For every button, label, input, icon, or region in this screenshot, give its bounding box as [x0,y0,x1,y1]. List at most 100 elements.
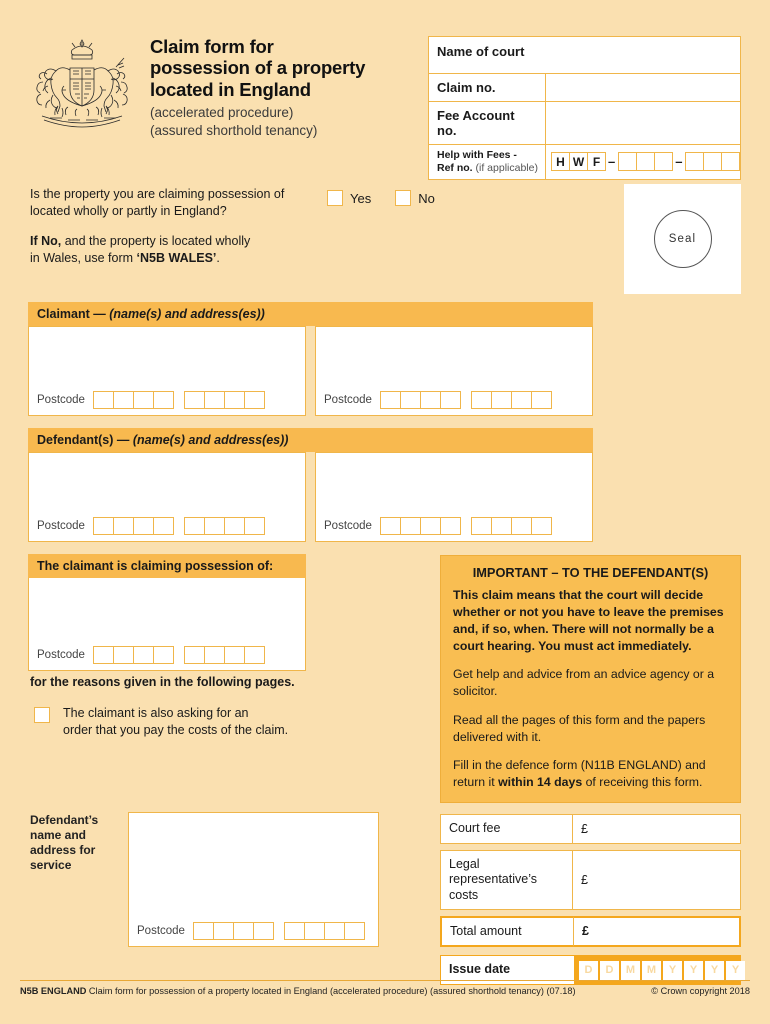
postcode-cell[interactable] [152,517,174,535]
issue-date-cell-d1[interactable]: D [579,960,598,980]
postcode-cell[interactable] [183,517,205,535]
name-of-court-label[interactable]: Name of court [429,37,740,73]
postcode-group-1[interactable] [379,517,461,535]
postcode-group-2[interactable] [470,517,552,535]
postcode-group-2[interactable] [183,646,265,664]
court-fee-input[interactable]: £ [573,814,741,844]
postcode-cell[interactable] [439,517,461,535]
postcode-cell[interactable] [92,517,114,535]
postcode-cell[interactable] [232,922,254,940]
issue-date-cell-m1[interactable]: M [621,960,640,980]
postcode-cell[interactable] [379,391,401,409]
hwf-cell[interactable] [721,152,741,172]
claim-no-row: Claim no. [429,74,740,102]
postcode-cell[interactable] [132,391,154,409]
postcode-cell[interactable] [212,922,234,940]
claim-no-input[interactable] [546,74,740,101]
postcode-cell[interactable] [419,517,441,535]
form-header: Claim form for possession of a property … [28,32,418,139]
hwf-cell[interactable] [618,152,638,172]
postcode-cell[interactable] [112,646,134,664]
important-paragraph-1: Get help and advice from an advice agenc… [453,667,715,699]
hwf-cell[interactable] [636,152,656,172]
service-address-box[interactable]: Postcode [128,812,379,947]
postcode-group-1[interactable] [192,922,274,940]
postcode-cell[interactable] [223,391,245,409]
costs-order-checkbox[interactable] [34,707,50,723]
postcode-cell[interactable] [223,517,245,535]
postcode-cell[interactable] [323,922,345,940]
postcode-cell[interactable] [470,517,492,535]
postcode-cell[interactable] [470,391,492,409]
postcode-cell[interactable] [243,391,265,409]
postcode-cell[interactable] [132,517,154,535]
postcode-cell[interactable] [343,922,365,940]
hwf-group-2[interactable] [685,152,741,172]
postcode-cell[interactable] [530,391,552,409]
postcode-cell[interactable] [399,517,421,535]
total-amount-input[interactable]: £ [573,915,741,947]
possession-address-box[interactable]: Postcode [28,578,306,671]
postcode-group-1[interactable] [92,646,174,664]
yes-checkbox[interactable] [327,190,343,206]
postcode-cell[interactable] [303,922,325,940]
postcode-cell[interactable] [243,517,265,535]
postcode-group-1[interactable] [379,391,461,409]
no-checkbox[interactable] [395,190,412,206]
hwf-cell[interactable] [654,152,674,172]
hwf-cell[interactable] [703,152,723,172]
postcode-cell[interactable] [132,646,154,664]
defendant-name-address-box-1[interactable]: Postcode [28,452,306,542]
postcode-cell[interactable] [510,391,532,409]
postcode-group-1[interactable] [92,517,174,535]
postcode-cell[interactable] [203,391,225,409]
postcode-cell[interactable] [530,517,552,535]
postcode-cell[interactable] [379,517,401,535]
yes-no-checkboxes: Yes No [327,190,459,206]
issue-date-cell-m2[interactable]: M [642,960,661,980]
postcode-cell[interactable] [203,517,225,535]
postcode-cell[interactable] [223,646,245,664]
postcode-cell[interactable] [419,391,441,409]
postcode-cell[interactable] [192,922,214,940]
postcode-cell[interactable] [183,646,205,664]
hwf-cell[interactable] [685,152,705,172]
postcode-cell[interactable] [152,391,174,409]
issue-date-cell-y3[interactable]: Y [705,960,724,980]
legal-costs-input[interactable]: £ [573,850,741,910]
postcode-group-2[interactable] [183,517,265,535]
subtitle-line-1: (accelerated procedure) [150,105,294,121]
defendant-name-address-box-2[interactable]: Postcode [315,452,593,542]
costs-order-label: The claimant is also asking for an order… [63,705,288,738]
postcode-cell[interactable] [92,646,114,664]
postcode-cell[interactable] [243,646,265,664]
postcode-cell[interactable] [490,391,512,409]
postcode-group-1[interactable] [92,391,174,409]
postcode-cell[interactable] [399,391,421,409]
postcode-cell[interactable] [252,922,274,940]
postcode-cell[interactable] [510,517,532,535]
issue-date-cell-d2[interactable]: D [600,960,619,980]
issue-date-cell-y1[interactable]: Y [663,960,682,980]
postcode-group-2[interactable] [283,922,365,940]
postcode-cell[interactable] [112,391,134,409]
postcode-cell[interactable] [112,517,134,535]
issue-date-cell-y4[interactable]: Y [726,960,745,980]
total-amount-label: Total amount [440,915,573,947]
postcode-cell[interactable] [92,391,114,409]
issue-date-cell-y2[interactable]: Y [684,960,703,980]
postcode-cell[interactable] [183,391,205,409]
claimant-name-address-box-1[interactable]: Postcode [28,326,306,416]
fee-account-input[interactable] [546,102,740,144]
hwf-reference-input[interactable]: H W F – – [546,145,743,179]
postcode-cell[interactable] [203,646,225,664]
postcode-group-2[interactable] [470,391,552,409]
postcode-cell[interactable] [490,517,512,535]
hwf-group-1[interactable] [618,152,674,172]
postcode-cell[interactable] [152,646,174,664]
postcode-cell[interactable] [283,922,305,940]
postcode-cell[interactable] [439,391,461,409]
postcode-group-2[interactable] [183,391,265,409]
claimant-name-address-box-2[interactable]: Postcode [315,326,593,416]
defendant-heading-italic: (name(s) and address(es)) [132,433,289,447]
